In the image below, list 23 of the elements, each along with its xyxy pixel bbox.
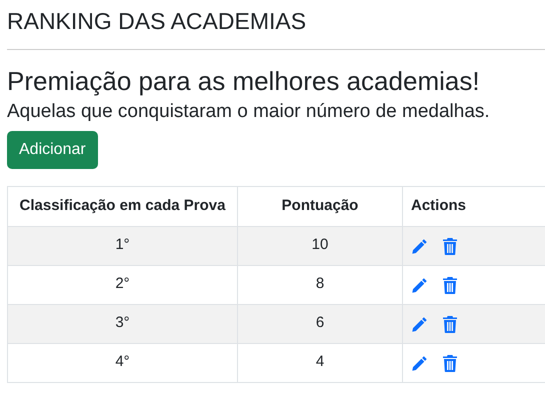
table-cell: 4° [8,343,238,382]
table-cell: 3° [8,304,238,343]
pencil-icon[interactable] [411,355,428,372]
heading: Premiação para as melhores academias! [7,64,481,98]
add-button[interactable]: Adicionar [7,130,98,168]
column-header: Actions [402,186,545,226]
table-cell: 8 [238,265,402,304]
table-cell: 2° [8,265,238,304]
trash-icon[interactable] [443,316,457,333]
trash-icon[interactable] [443,238,457,255]
column-header: Pontuação [238,186,402,226]
table-cell: 6 [238,304,402,343]
table-cell: 1° [8,226,238,265]
table-cell: 4 [238,343,402,382]
trash-icon[interactable] [443,277,457,294]
column-header: Classificação em cada Prova [8,186,238,226]
subtitle: Aquelas que conquistaram o maior número de medalhas. [7,100,491,124]
pencil-icon[interactable] [411,277,428,294]
pencil-icon[interactable] [411,316,428,333]
pencil-icon[interactable] [411,238,428,255]
table-cell: 10 [238,226,402,265]
trash-icon[interactable] [443,355,457,372]
page-title: RANKING DAS ACADEMIAS [7,8,306,34]
